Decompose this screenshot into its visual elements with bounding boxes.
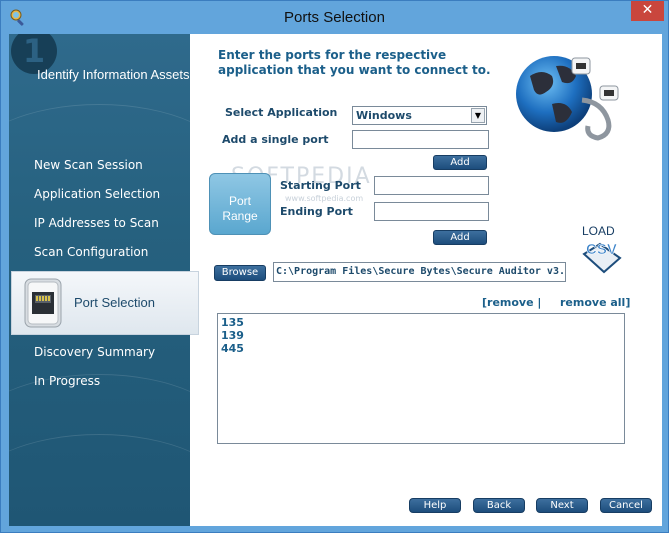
sidebar-item-ip-addresses[interactable]: IP Addresses to Scan (34, 216, 159, 230)
csv-badge: CSV (586, 241, 617, 258)
ending-port-input[interactable] (374, 202, 489, 221)
cancel-button[interactable]: Cancel (600, 498, 652, 513)
wizard-client-area: 1 Identify Information Assets New Scan S… (9, 34, 662, 526)
select-application-label: Select Application (225, 106, 338, 119)
list-item[interactable]: 445 (221, 342, 621, 355)
network-port-icon (24, 278, 62, 328)
single-port-input[interactable] (352, 130, 489, 149)
chevron-down-icon[interactable]: ▼ (471, 108, 485, 123)
sidebar-item-scan-configuration[interactable]: Scan Configuration (34, 245, 148, 259)
select-application-value: Windows (356, 109, 412, 122)
sidebar-wave-decoration (9, 434, 190, 526)
port-range-icon-text: Port (228, 194, 251, 208)
starting-port-input[interactable] (374, 176, 489, 195)
step-title: Identify Information Assets (37, 67, 190, 82)
instructions-line: application that you want to connect to. (218, 63, 491, 77)
sidebar-item-label: Port Selection (74, 295, 155, 310)
close-button[interactable]: ✕ (631, 1, 664, 21)
load-csv-button[interactable]: LOAD CSV (578, 224, 624, 280)
remove-all-link[interactable]: remove all] (560, 296, 630, 309)
title-bar[interactable]: Ports Selection ✕ (1, 1, 668, 34)
sidebar-item-application-selection[interactable]: Application Selection (34, 187, 160, 201)
csv-file-icon: CSV (582, 241, 622, 274)
remove-link[interactable]: [remove | (482, 296, 541, 309)
sidebar-item-port-selection[interactable]: Port Selection (11, 271, 199, 335)
port-range-icon-text: Range (222, 209, 258, 223)
help-button[interactable]: Help (409, 498, 461, 513)
instructions-text: Enter the ports for the respective appli… (218, 48, 491, 78)
instructions-line: Enter the ports for the respective (218, 48, 447, 62)
sidebar-item-new-scan-session[interactable]: New Scan Session (34, 158, 143, 172)
browse-button[interactable]: Browse (214, 265, 266, 281)
single-port-label: Add a single port (222, 133, 329, 146)
window-title: Ports Selection (284, 9, 385, 26)
ending-port-label: Ending Port (280, 205, 353, 218)
list-item[interactable]: 139 (221, 329, 621, 342)
csv-path-field[interactable]: C:\Program Files\Secure Bytes\Secure Aud… (273, 262, 566, 282)
list-item[interactable]: 135 (221, 316, 621, 329)
ports-selection-window: Ports Selection ✕ 1 Identify Information… (0, 0, 669, 533)
globe-network-icon (516, 56, 619, 141)
sidebar-item-discovery-summary[interactable]: Discovery Summary (34, 345, 155, 359)
sidebar-item-in-progress[interactable]: In Progress (34, 374, 100, 388)
starting-port-label: Starting Port (280, 179, 361, 192)
add-single-port-button[interactable]: Add (433, 155, 487, 170)
back-button[interactable]: Back (473, 498, 525, 513)
ports-list[interactable]: 135 139 445 (217, 313, 625, 444)
port-range-icon: Port Range (209, 173, 271, 235)
add-port-range-button[interactable]: Add (433, 230, 487, 245)
select-application-dropdown[interactable]: Windows ▼ (352, 106, 487, 125)
softpedia-watermark-url: www.softpedia.com (285, 194, 364, 203)
next-button[interactable]: Next (536, 498, 588, 513)
